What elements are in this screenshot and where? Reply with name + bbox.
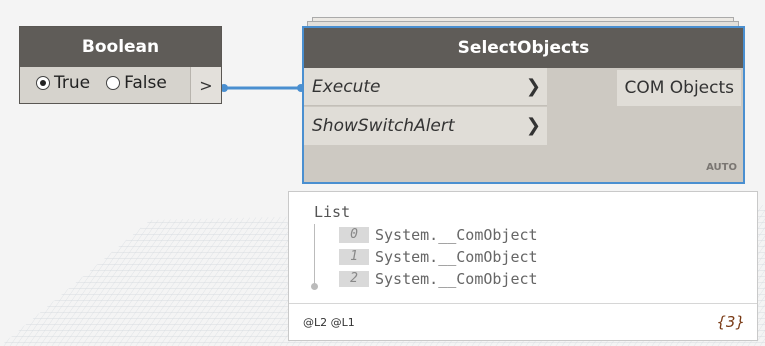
boolean-node[interactable]: Boolean True False > [19, 26, 222, 104]
input-port-label: ShowSwitchAlert [312, 116, 455, 136]
run-mode-label: AUTO [706, 162, 737, 173]
select-objects-node[interactable]: SelectObjects Execute ❯ ShowSwitchAlert … [302, 26, 745, 184]
radio-true-label: True [54, 73, 91, 93]
list-levels[interactable]: @L2 @L1 [303, 316, 355, 329]
input-port-showswitchalert[interactable]: ShowSwitchAlert ❯ [304, 107, 547, 145]
radio-unselected-icon [106, 76, 121, 90]
chevron-right-icon: ❯ [525, 115, 541, 136]
preview-footer: @L2 @L1 {3} [289, 303, 757, 340]
radio-true[interactable]: True [36, 73, 90, 93]
chevron-right-icon: ❯ [525, 76, 541, 97]
input-port-label: Execute [312, 76, 381, 97]
list-item: 1 System.__ComObject [339, 247, 538, 267]
input-port-execute[interactable]: Execute ❯ [304, 68, 547, 106]
preview-bubble[interactable]: List 0 System.__ComObject 1 System.__Com… [288, 191, 758, 341]
radio-false[interactable]: False [106, 73, 167, 93]
output-port-com-objects[interactable]: COM Objects [617, 70, 741, 106]
list-tree-line [314, 224, 315, 286]
list-item-value: System.__ComObject [375, 270, 538, 288]
item-count: {3} [716, 313, 745, 331]
boolean-output-port[interactable]: > [190, 67, 221, 103]
list-index: 2 [339, 271, 369, 287]
preview-list: List 0 System.__ComObject 1 System.__Com… [289, 192, 757, 302]
list-header: List [314, 203, 351, 221]
boolean-node-title: Boolean [20, 27, 221, 67]
list-item-value: System.__ComObject [375, 226, 538, 244]
list-item-value: System.__ComObject [375, 248, 538, 266]
list-index: 1 [339, 249, 369, 265]
select-objects-title: SelectObjects [304, 28, 743, 68]
boolean-radio-group: True False [36, 73, 167, 93]
list-end-dot [311, 283, 318, 290]
boolean-node-body: True False > [20, 67, 221, 103]
list-item: 0 System.__ComObject [339, 225, 538, 245]
radio-false-label: False [124, 73, 167, 93]
radio-selected-icon [36, 76, 50, 90]
list-item: 2 System.__ComObject [339, 269, 538, 289]
list-index: 0 [339, 227, 369, 243]
